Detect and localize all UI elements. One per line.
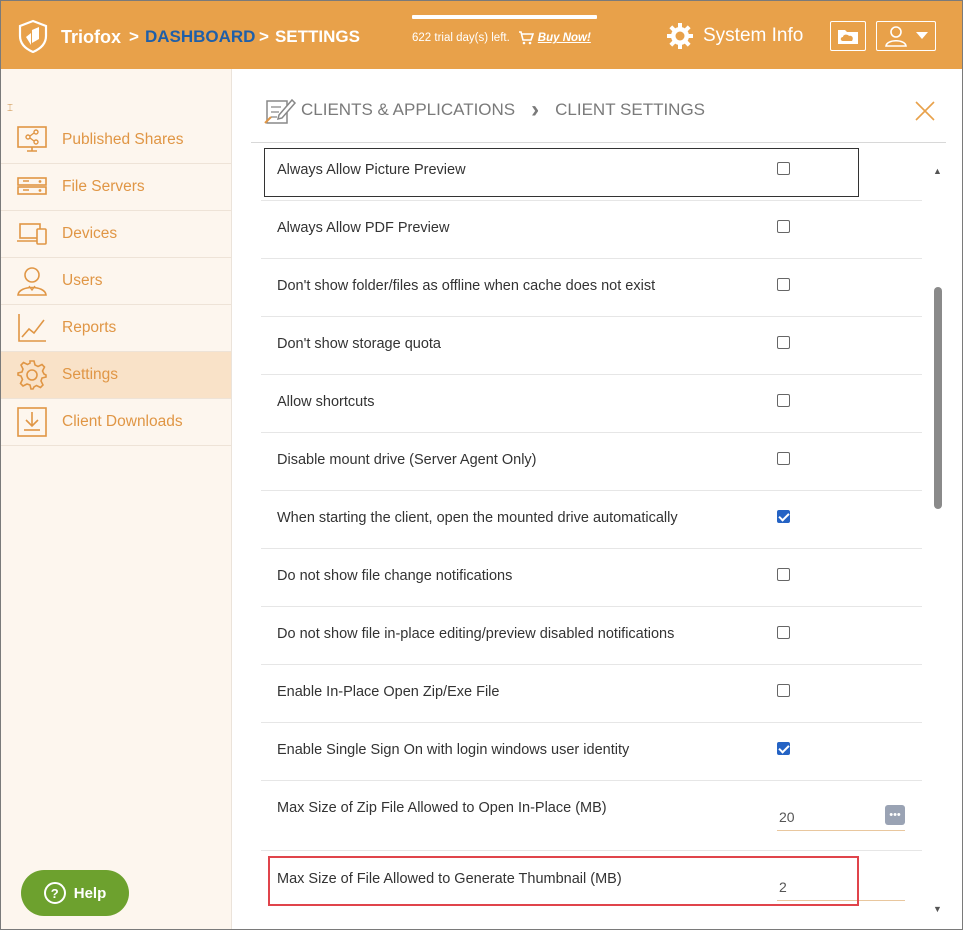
setting-label: Do not show file in-place editing/previe…: [277, 626, 675, 642]
setting-label: Disable mount drive (Server Agent Only): [277, 452, 537, 468]
setting-row: Enable Single Sign On with login windows…: [261, 723, 922, 781]
setting-row: Don't show storage quota: [261, 317, 922, 375]
title-page: CLIENT SETTINGS: [555, 100, 706, 119]
sidebar-item-label: File Servers: [62, 178, 145, 195]
setting-checkbox[interactable]: [777, 394, 790, 407]
setting-row: Don't show folder/files as offline when …: [261, 259, 922, 317]
app-window: Triofox > DASHBOARD > SETTINGS 622 trial d…: [0, 0, 963, 930]
sidebar-item-devices[interactable]: Devices: [1, 211, 231, 258]
zip-size-input[interactable]: 20 •••: [777, 803, 905, 831]
setting-label: When starting the client, open the mount…: [277, 510, 678, 526]
scroll-up-icon[interactable]: ▲: [933, 166, 942, 176]
setting-label: Always Allow PDF Preview: [277, 220, 450, 236]
sidebar-item-label: Settings: [62, 366, 119, 383]
scrollbar-thumb[interactable]: [934, 287, 942, 509]
help-label: Help: [73, 884, 107, 902]
cart-icon: [518, 31, 534, 45]
setting-label: Do not show file change notifications: [277, 568, 513, 584]
system-info-label: System Info: [703, 25, 804, 46]
setting-label: Don't show storage quota: [277, 336, 441, 352]
devices-icon: [17, 223, 47, 245]
setting-checkbox[interactable]: [777, 626, 790, 639]
setting-row: Enable In-Place Open Zip/Exe File: [261, 665, 922, 723]
trial-notice: 622 trial day(s) left. Buy Now!: [412, 15, 597, 45]
sidebar-item-file-servers[interactable]: File Servers: [1, 164, 231, 211]
setting-row: Max Size of File Allowed to Generate Thu…: [261, 851, 922, 929]
user-icon: [17, 267, 47, 296]
setting-checkbox[interactable]: [777, 684, 790, 697]
sidebar-item-label: Devices: [62, 225, 118, 242]
setting-row: Max Size of Zip File Allowed to Open In-…: [261, 781, 922, 851]
setting-row: Disable mount drive (Server Agent Only): [261, 433, 922, 491]
settings-list: Always Allow Picture Preview Always Allo…: [261, 143, 922, 929]
setting-label: Max Size of Zip File Allowed to Open In-…: [277, 800, 607, 816]
setting-row: Do not show file change notifications: [261, 549, 922, 607]
setting-checkbox[interactable]: [777, 568, 790, 581]
setting-label: Allow shortcuts: [277, 394, 375, 410]
trial-days-text: 622 trial day(s) left.: [412, 32, 510, 44]
brand-name: Triofox: [61, 27, 122, 47]
setting-label: Max Size of File Allowed to Generate Thu…: [277, 871, 622, 887]
system-info-button[interactable]: System Info: [665, 21, 803, 51]
setting-row: Allow shortcuts: [261, 375, 922, 433]
user-menu-button[interactable]: [876, 21, 936, 51]
setting-checkbox[interactable]: [777, 278, 790, 291]
cloud-folder-icon: [838, 30, 858, 44]
close-icon[interactable]: [914, 100, 936, 122]
sidebar-item-users[interactable]: Users: [1, 258, 231, 305]
setting-label: Always Allow Picture Preview: [277, 162, 466, 178]
thumbnail-size-value: 2: [779, 879, 787, 895]
setting-row: Do not show file in-place editing/previe…: [261, 607, 922, 665]
setting-label: Enable Single Sign On with login windows…: [277, 742, 630, 758]
help-button[interactable]: ? Help: [21, 870, 129, 916]
setting-checkbox[interactable]: [777, 336, 790, 349]
buy-now-link[interactable]: Buy Now!: [538, 32, 591, 44]
gear-icon: [667, 23, 693, 49]
share-monitor-icon: [17, 126, 47, 152]
scroll-down-icon[interactable]: ▼: [933, 904, 942, 914]
setting-row: Always Allow Picture Preview: [261, 143, 922, 201]
download-icon: [17, 407, 47, 437]
setting-row: When starting the client, open the mount…: [261, 491, 922, 549]
gear-icon: [17, 360, 47, 390]
sidebar-item-label: Client Downloads: [62, 413, 183, 430]
triofox-logo-icon: [18, 19, 48, 53]
chart-icon: [18, 314, 46, 342]
setting-checkbox[interactable]: [777, 742, 790, 755]
sidebar-collapse-icon[interactable]: ⌶: [7, 103, 13, 114]
sidebar: ⌶ Published Shares File Servers Devices …: [1, 69, 232, 929]
edit-settings-icon: [264, 98, 297, 124]
setting-checkbox[interactable]: [777, 510, 790, 523]
sidebar-item-settings[interactable]: Settings: [1, 352, 231, 399]
zip-size-value: 20: [779, 809, 795, 825]
cloud-folder-button[interactable]: [830, 21, 866, 51]
sidebar-item-reports[interactable]: Reports: [1, 305, 231, 352]
setting-label: Don't show folder/files as offline when …: [277, 278, 656, 294]
sidebar-item-label: Reports: [62, 319, 117, 336]
user-icon: [885, 26, 907, 47]
breadcrumb-dashboard[interactable]: > DASHBOARD: [129, 27, 255, 47]
sidebar-item-label: Users: [62, 272, 103, 289]
top-bar: Triofox > DASHBOARD > SETTINGS 622 trial d…: [1, 1, 962, 69]
server-icon: [17, 177, 47, 195]
trial-bar: [412, 15, 597, 19]
setting-checkbox[interactable]: [777, 220, 790, 233]
setting-label: Enable In-Place Open Zip/Exe File: [277, 684, 500, 700]
thumbnail-size-input[interactable]: 2: [777, 873, 905, 901]
sidebar-item-client-downloads[interactable]: Client Downloads: [1, 399, 231, 446]
sidebar-item-published-shares[interactable]: Published Shares: [1, 117, 231, 164]
sidebar-item-label: Published Shares: [62, 131, 184, 148]
chevron-down-icon: [916, 32, 928, 39]
question-icon: ?: [43, 882, 66, 904]
setting-row: Always Allow PDF Preview: [261, 201, 922, 259]
page-title: CLIENTS & APPLICATIONS › CLIENT SETTINGS: [263, 95, 705, 125]
setting-checkbox[interactable]: [777, 452, 790, 465]
title-section[interactable]: CLIENTS & APPLICATIONS: [301, 100, 515, 120]
breadcrumb-settings: > SETTINGS: [259, 27, 360, 46]
chevron-right-icon: ›: [531, 96, 540, 123]
more-options-icon[interactable]: •••: [885, 805, 905, 825]
setting-checkbox[interactable]: [777, 162, 790, 175]
